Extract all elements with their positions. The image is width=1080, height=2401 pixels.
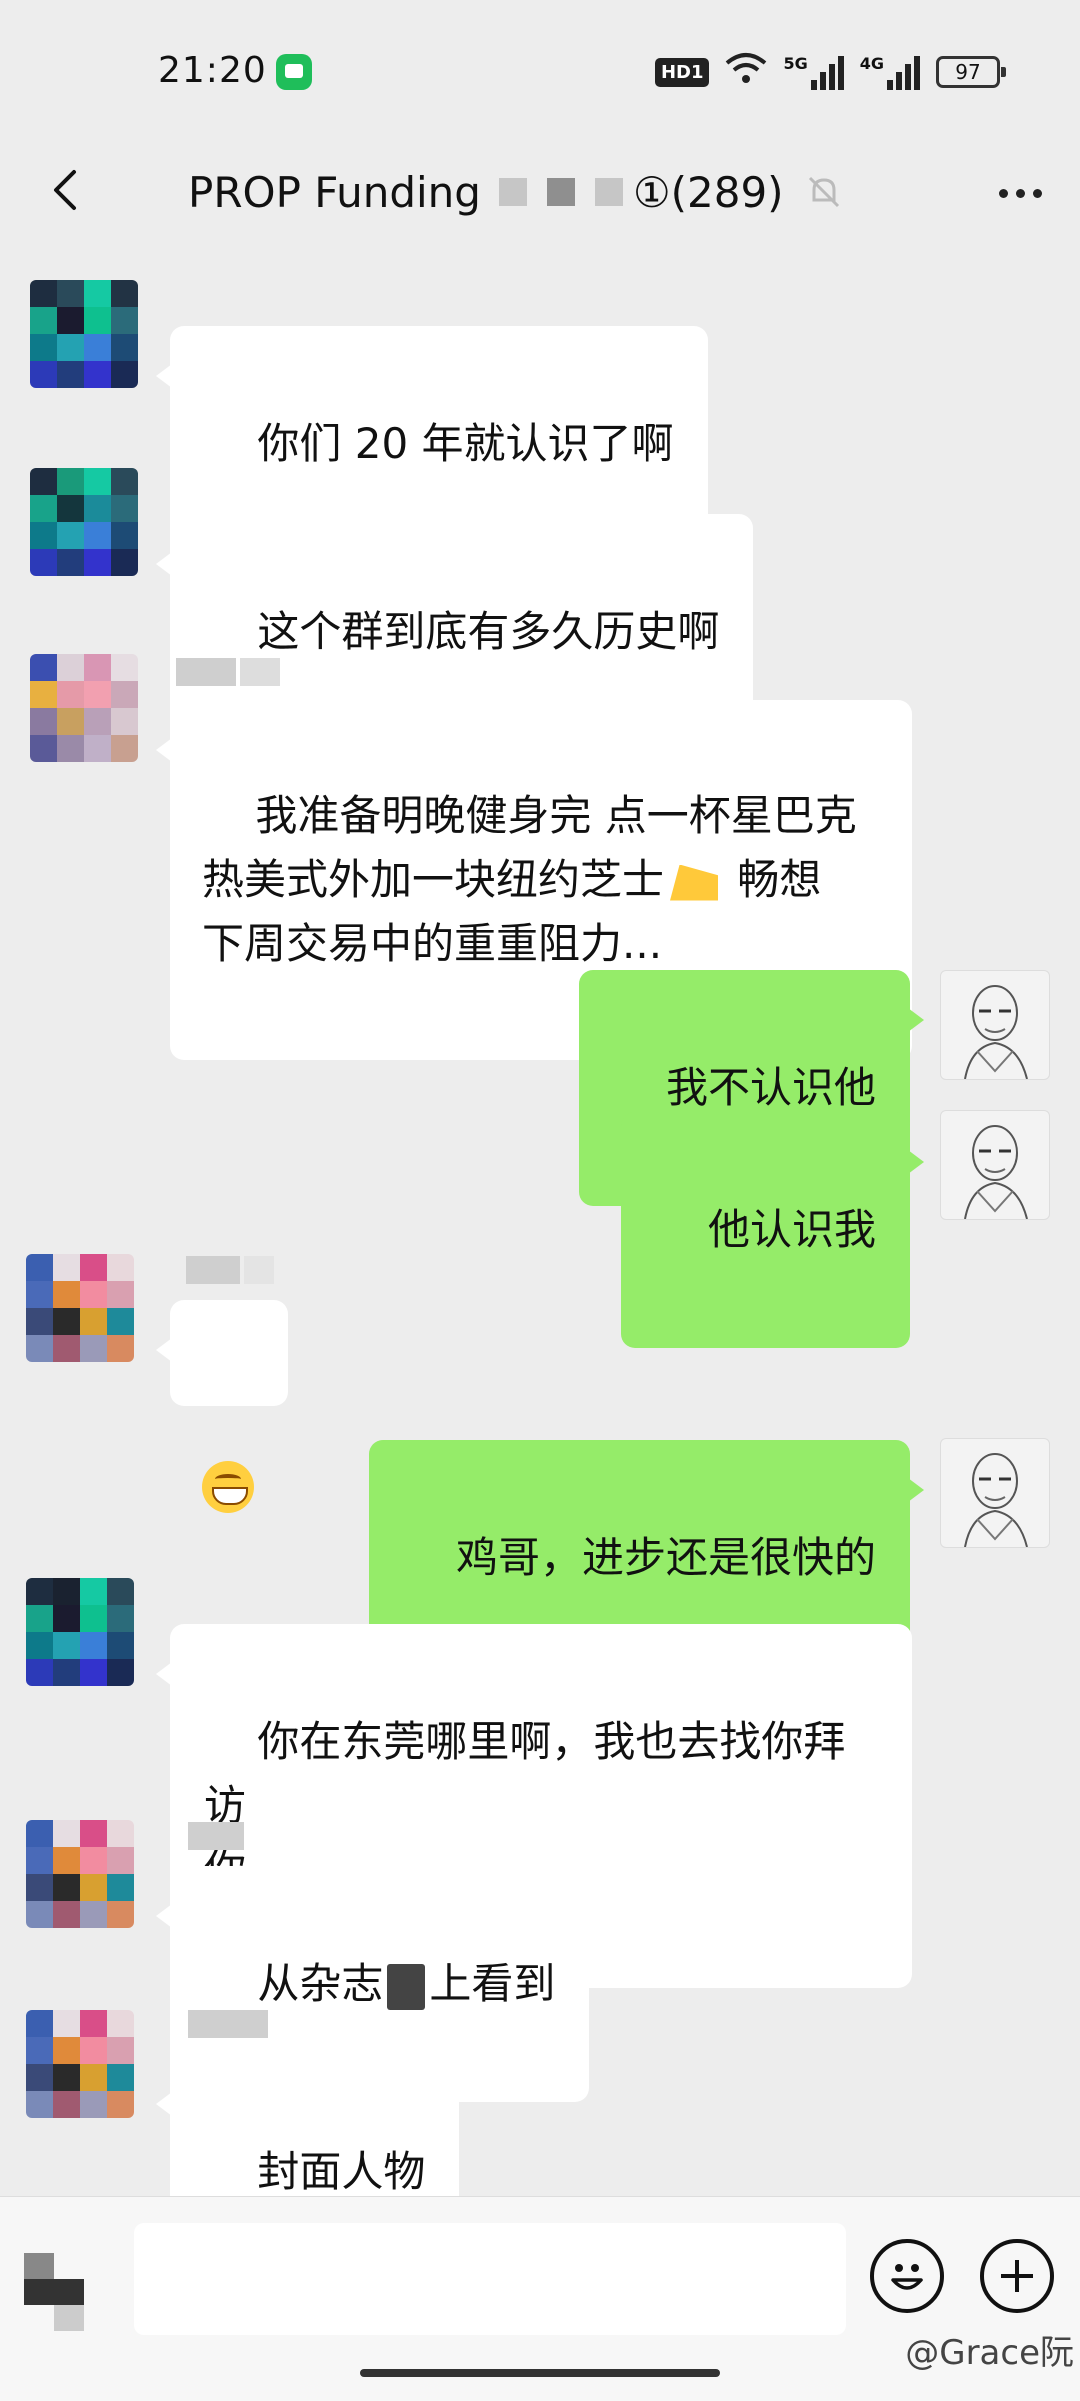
avatar[interactable]	[26, 1254, 134, 1362]
emoji-button[interactable]	[870, 2239, 944, 2313]
portrait-sketch-icon	[964, 1453, 1028, 1547]
avatar[interactable]	[26, 2010, 134, 2118]
message-text: 这个群到底有多久历史啊	[257, 607, 720, 656]
redacted-block	[546, 178, 575, 206]
sender-name-redacted	[186, 1256, 278, 1290]
battery-icon: 97	[936, 56, 1006, 88]
portrait-sketch-icon	[964, 985, 1028, 1079]
network-5g-label: 5G	[783, 54, 808, 73]
mute-bell-icon	[808, 176, 839, 208]
self-avatar[interactable]	[940, 1110, 1050, 1220]
self-avatar[interactable]	[940, 970, 1050, 1080]
redacted-block	[498, 178, 527, 206]
chat-title: PROP Funding ①(289)	[188, 160, 844, 224]
sender-name-redacted	[188, 2010, 272, 2044]
chat-header: PROP Funding ①(289)	[0, 140, 1080, 250]
network-4g-label: 4G	[859, 54, 884, 73]
voice-button[interactable]	[24, 2253, 84, 2333]
back-arrow-icon	[54, 170, 76, 210]
self-avatar[interactable]	[940, 1438, 1050, 1548]
redacted-block	[594, 178, 623, 206]
avatar[interactable]	[26, 1820, 134, 1928]
grinning-face-emoji-icon	[202, 1460, 254, 1513]
message-text: 封面人物	[257, 2147, 426, 2196]
avatar[interactable]	[26, 1578, 134, 1686]
back-button[interactable]	[38, 160, 98, 220]
cheese-emoji-icon	[670, 864, 719, 901]
avatar[interactable]	[30, 280, 138, 388]
plus-button[interactable]	[980, 2239, 1054, 2313]
signal-5g-icon: 5G	[783, 54, 844, 90]
signal-4g-icon: 4G	[860, 54, 920, 90]
home-indicator[interactable]	[360, 2369, 720, 2377]
message-text: 从杂志	[257, 1959, 384, 2008]
chat-title-text: PROP Funding	[188, 167, 481, 217]
input-bar: @Grace阮	[0, 2196, 1080, 2401]
sender-name-redacted	[176, 658, 284, 692]
status-bar: 21:20 HD1 5G 4G 97	[0, 0, 1080, 140]
status-time: 21:20	[158, 50, 267, 91]
wifi-icon	[725, 51, 767, 94]
portrait-sketch-icon	[964, 1125, 1028, 1219]
wechat-notification-icon	[276, 54, 312, 90]
message-input[interactable]	[134, 2223, 846, 2335]
plus-icon	[1001, 2260, 1033, 2292]
member-count: ①(289)	[632, 167, 784, 217]
message-text: 鸡哥，进步还是很快的	[455, 1533, 876, 1582]
avatar[interactable]	[30, 468, 138, 576]
sender-name-redacted	[188, 1822, 248, 1856]
emoji-icon	[891, 2264, 923, 2290]
message-text: 我不认识他	[665, 1063, 876, 1112]
message-text-cont: 上看到	[429, 1959, 556, 2008]
message-bubble[interactable]	[156, 1300, 288, 1513]
more-dots-icon	[998, 188, 1008, 198]
message-text: 他认识我	[707, 1205, 876, 1254]
hd-badge: HD1	[654, 57, 710, 87]
message-text: 你们 20 年就认识了啊	[257, 419, 674, 468]
watermark: @Grace阮	[905, 2333, 1074, 2373]
avatar[interactable]	[30, 654, 138, 762]
more-options-button[interactable]	[990, 168, 1050, 218]
status-indicators: HD1 5G 4G 97	[654, 51, 1006, 94]
message-bubble-self[interactable]: 他认识我	[620, 1112, 925, 1348]
notebook-emoji-icon	[387, 1963, 426, 2010]
